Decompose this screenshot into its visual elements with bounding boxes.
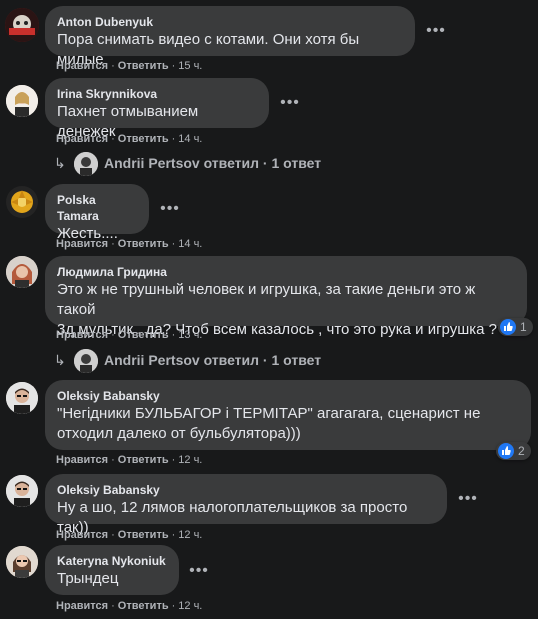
like-link[interactable]: Нравится <box>56 329 108 341</box>
reply-author: Andrii Pertsov <box>104 352 200 368</box>
avatar[interactable] <box>6 256 38 288</box>
more-options-icon[interactable]: ••• <box>276 94 304 122</box>
comment-bubble: Anton Dubenyuk Пора снимать видео с кота… <box>45 6 415 68</box>
avatar[interactable] <box>6 85 38 117</box>
avatar[interactable] <box>5 8 39 42</box>
comment-actions: Нравится · Ответить · 12 ч. <box>56 600 203 612</box>
comment-actions: Нравится · Ответить · 15 ч. <box>56 60 203 72</box>
avatar[interactable] <box>6 475 38 507</box>
reply-count: 1 ответ <box>271 155 322 171</box>
like-icon <box>500 319 516 335</box>
reply-link[interactable]: Ответить <box>118 454 169 466</box>
comment-bubble: Irina Skrynnikova Пахнет отмыванием дене… <box>45 78 269 140</box>
comment-text: Это ж не трушный человек и игрушка, за т… <box>57 281 476 318</box>
more-options-icon[interactable]: ••• <box>156 200 184 228</box>
timestamp[interactable]: 14 ч. <box>178 133 202 145</box>
timestamp[interactable]: 12 ч. <box>178 529 202 541</box>
comment-actions: Нравится · Ответить · 14 ч. <box>56 238 203 250</box>
like-link[interactable]: Нравится <box>56 600 108 612</box>
reply-count: 1 ответ <box>271 352 322 368</box>
more-options-icon[interactable]: ••• <box>185 562 213 590</box>
view-replies-link[interactable]: ↳ Andrii Pertsov ответил · 1 ответ <box>54 151 322 177</box>
reply-verb: ответил <box>203 352 260 368</box>
reply-link[interactable]: Ответить <box>118 529 169 541</box>
reply-link[interactable]: Ответить <box>118 60 169 72</box>
comment-author[interactable]: Anton Dubenyuk <box>57 14 403 30</box>
like-link[interactable]: Нравится <box>56 529 108 541</box>
comment-author[interactable]: Polska Tamara <box>57 192 137 224</box>
comment-bubble: Oleksiy Babansky Ну а шо, 12 лямов налог… <box>45 474 447 536</box>
comment-text: Трындец <box>57 570 119 587</box>
reply-link[interactable]: Ответить <box>118 600 169 612</box>
avatar[interactable] <box>6 546 38 578</box>
timestamp[interactable]: 12 ч. <box>178 600 202 612</box>
avatar[interactable] <box>6 186 38 218</box>
reply-link[interactable]: Ответить <box>118 133 169 145</box>
comment-text: отходил далеко от бульбулятора))) <box>57 425 301 442</box>
more-options-icon[interactable]: ••• <box>422 22 450 50</box>
timestamp[interactable]: 15 ч. <box>178 60 202 72</box>
reply-verb: ответил <box>203 155 260 171</box>
comment-actions: Нравится · Ответить · 13 ч. <box>56 329 203 341</box>
comment-author[interactable]: Людмила Гридина <box>57 264 515 280</box>
avatar <box>74 152 98 177</box>
avatar[interactable] <box>6 382 38 414</box>
reply-link[interactable]: Ответить <box>118 329 169 341</box>
comment-author[interactable]: Oleksiy Babansky <box>57 388 519 404</box>
like-link[interactable]: Нравится <box>56 238 108 250</box>
comment-actions: Нравится · Ответить · 14 ч. <box>56 133 203 145</box>
like-link[interactable]: Нравится <box>56 133 108 145</box>
comment-bubble: Kateryna Nykoniuk Трындец <box>45 545 179 595</box>
avatar <box>74 349 98 374</box>
comment-bubble: Людмила Гридина Это ж не трушный человек… <box>45 256 527 338</box>
reply-arrow-icon: ↳ <box>54 155 66 171</box>
comment-actions: Нравится · Ответить · 12 ч. <box>56 454 203 466</box>
reaction-count[interactable]: 1 <box>498 318 533 336</box>
comment-text: "Негідники БУЛЬБАГОР і ТЕРМІТАР" агагага… <box>57 405 481 422</box>
timestamp[interactable]: 13 ч. <box>178 329 202 341</box>
timestamp[interactable]: 12 ч. <box>178 454 202 466</box>
like-icon <box>498 443 514 459</box>
comment-bubble: Oleksiy Babansky "Негідники БУЛЬБАГОР і … <box>45 380 531 450</box>
reply-author: Andrii Pertsov <box>104 155 200 171</box>
comment-actions: Нравится · Ответить · 12 ч. <box>56 529 203 541</box>
comment-bubble: Polska Tamara Жесть.... <box>45 184 149 242</box>
more-options-icon[interactable]: ••• <box>454 490 482 518</box>
timestamp[interactable]: 14 ч. <box>178 238 202 250</box>
like-link[interactable]: Нравится <box>56 60 108 72</box>
reply-link[interactable]: Ответить <box>118 238 169 250</box>
like-link[interactable]: Нравится <box>56 454 108 466</box>
comment-author[interactable]: Oleksiy Babansky <box>57 482 435 498</box>
reaction-count[interactable]: 2 <box>496 442 531 460</box>
comment-author[interactable]: Kateryna Nykoniuk <box>57 553 167 569</box>
comment-author[interactable]: Irina Skrynnikova <box>57 86 257 102</box>
view-replies-link[interactable]: ↳ Andrii Pertsov ответил · 1 ответ <box>54 348 322 374</box>
reply-arrow-icon: ↳ <box>54 352 66 368</box>
